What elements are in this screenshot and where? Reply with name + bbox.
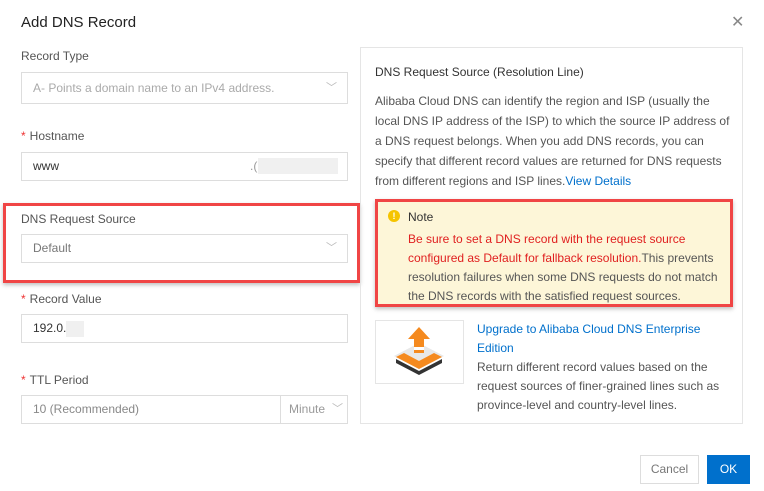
ttl-label-text: TTL Period bbox=[29, 373, 89, 387]
record-type-select[interactable]: A- Points a domain name to an IPv4 addre… bbox=[21, 72, 348, 104]
upgrade-text: Return different record values based on … bbox=[477, 360, 720, 412]
hostname-value: www bbox=[33, 159, 59, 173]
hostname-input[interactable]: www .( bbox=[21, 152, 348, 181]
record-type-label: Record Type bbox=[21, 49, 89, 63]
close-icon[interactable]: ✕ bbox=[731, 12, 744, 32]
ttl-input[interactable]: 10 (Recommended) bbox=[21, 395, 281, 424]
request-source-select[interactable]: Default ﹀ bbox=[21, 234, 348, 263]
info-description: Alibaba Cloud DNS can identify the regio… bbox=[375, 94, 730, 188]
chevron-down-icon: ﹀ bbox=[326, 82, 337, 94]
note-title: Note bbox=[408, 210, 434, 224]
ttl-value: 10 (Recommended) bbox=[33, 402, 140, 416]
upgrade-icon bbox=[375, 320, 464, 384]
ttl-unit-select[interactable]: Minute ﹀ bbox=[280, 395, 348, 424]
info-text: Alibaba Cloud DNS can identify the regio… bbox=[375, 91, 730, 191]
dialog-title: Add DNS Record bbox=[21, 14, 137, 31]
required-mark: * bbox=[21, 292, 26, 306]
record-value-label: * Record Value bbox=[21, 292, 102, 306]
record-value-value: 192.0. bbox=[33, 321, 67, 335]
hostname-suffix: .( bbox=[250, 159, 258, 173]
chevron-down-icon: ﹀ bbox=[326, 242, 337, 254]
ttl-label: * TTL Period bbox=[21, 373, 89, 387]
record-value-input[interactable]: 192.0. bbox=[21, 314, 348, 343]
redacted-ip bbox=[66, 320, 85, 337]
hostname-label: * Hostname bbox=[21, 129, 84, 143]
request-source-value: Default bbox=[33, 241, 72, 255]
ttl-unit-value: Minute bbox=[289, 402, 326, 416]
required-mark: * bbox=[21, 373, 26, 387]
request-source-label: DNS Request Source bbox=[21, 212, 136, 226]
required-mark: * bbox=[21, 129, 26, 143]
record-type-value: A- Points a domain name to an IPv4 addre… bbox=[33, 81, 275, 95]
cancel-button[interactable]: Cancel bbox=[640, 455, 699, 484]
redacted-domain bbox=[258, 158, 338, 174]
info-title: DNS Request Source (Resolution Line) bbox=[375, 65, 584, 79]
note-box: ! Note Be sure to set a DNS record with … bbox=[375, 199, 733, 307]
upgrade-section: Upgrade to Alibaba Cloud DNS Enterprise … bbox=[477, 320, 737, 415]
ok-button[interactable]: OK bbox=[707, 455, 750, 484]
record-value-label-text: Record Value bbox=[29, 292, 102, 306]
hostname-label-text: Hostname bbox=[29, 129, 85, 143]
view-details-link[interactable]: View Details bbox=[565, 174, 631, 188]
chevron-down-icon: ﹀ bbox=[332, 403, 343, 415]
upgrade-link[interactable]: Upgrade to Alibaba Cloud DNS Enterprise … bbox=[477, 320, 737, 358]
warning-icon: ! bbox=[388, 210, 400, 222]
